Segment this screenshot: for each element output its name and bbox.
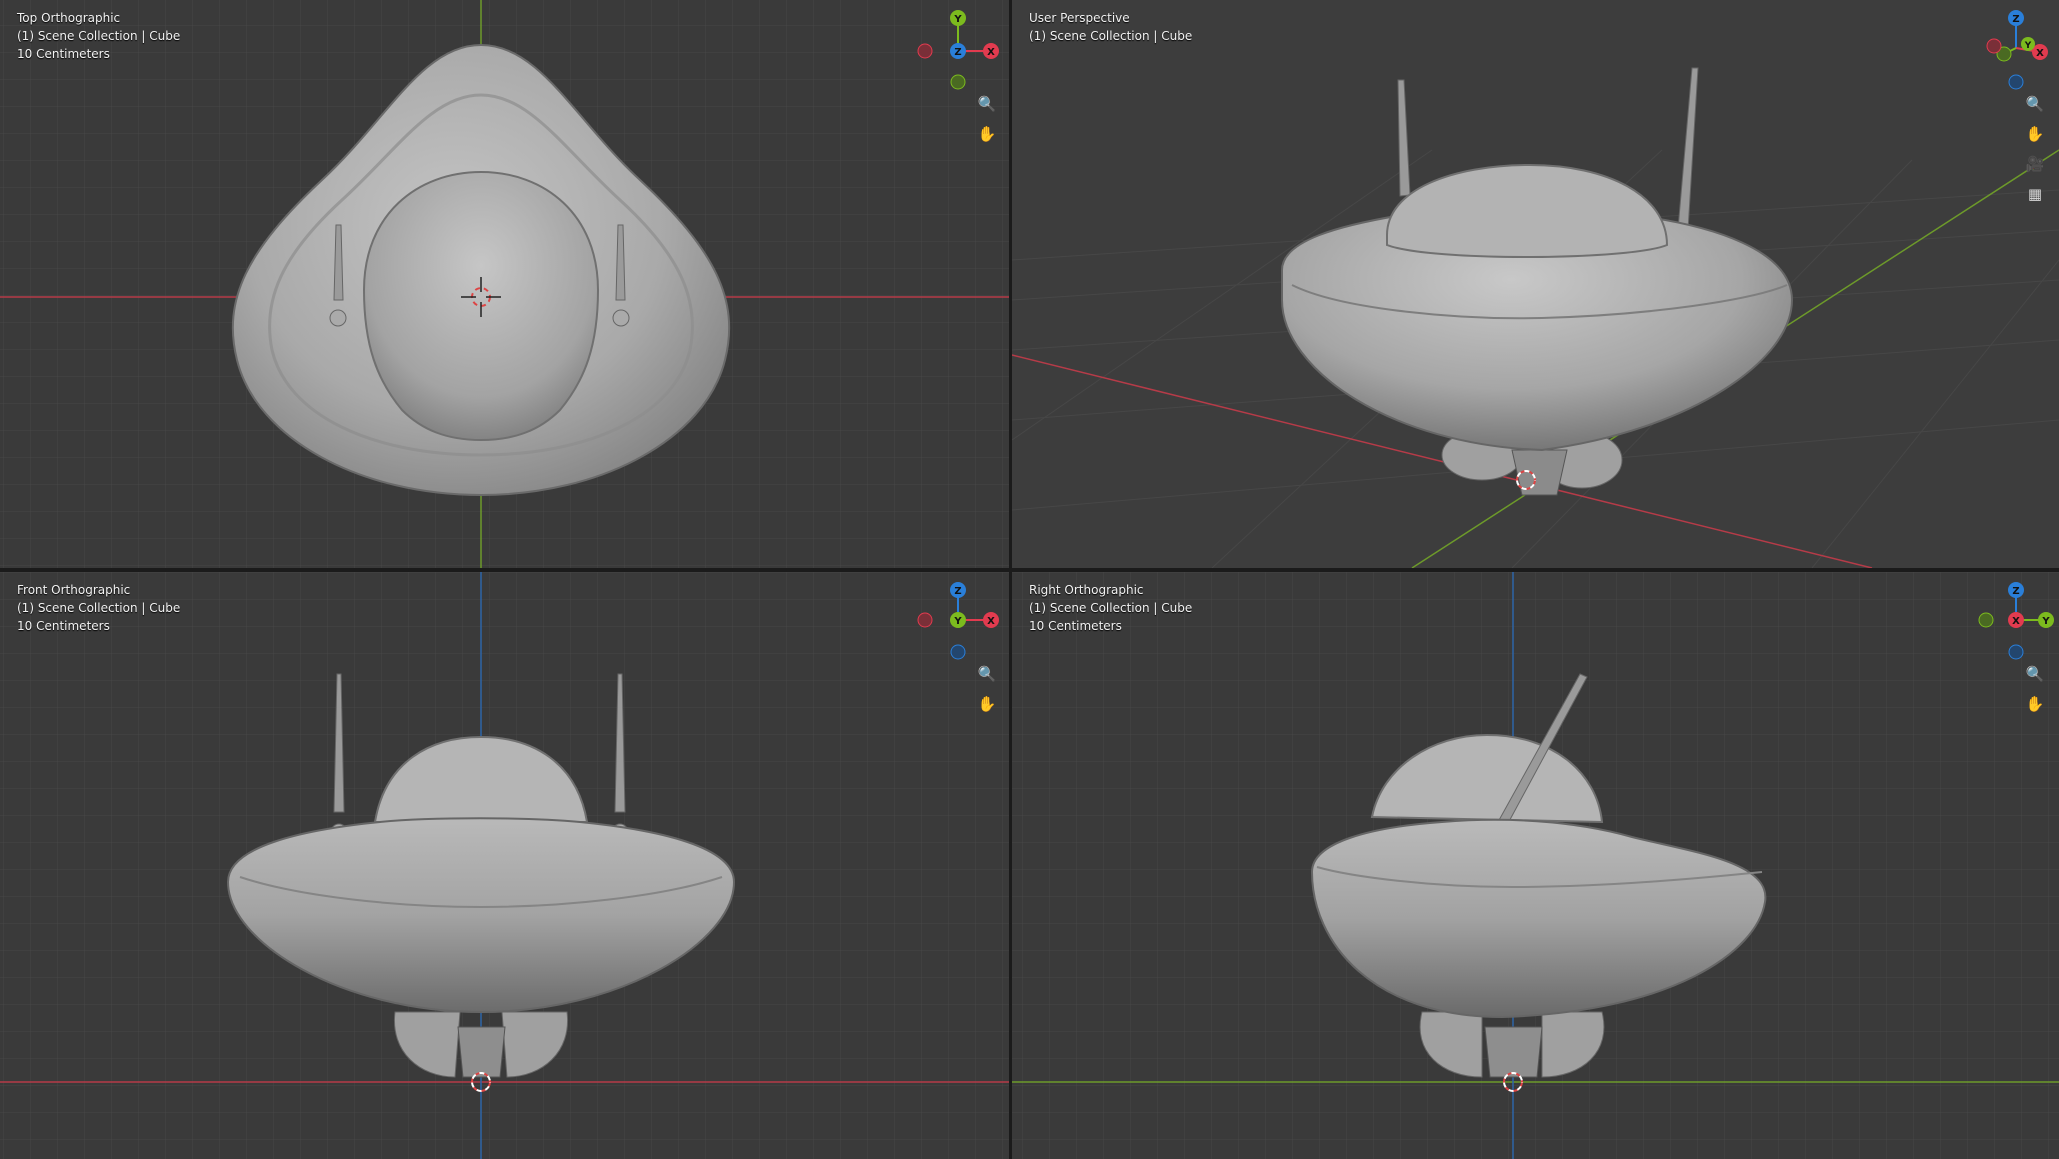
svg-text:X: X xyxy=(987,47,995,58)
svg-text:Z: Z xyxy=(2012,14,2019,25)
svg-text:Y: Y xyxy=(953,14,962,25)
viewport-info-overlay: Right Orthographic (1) Scene Collection … xyxy=(1029,581,1192,635)
svg-text:X: X xyxy=(987,616,995,627)
view-name-label: User Perspective xyxy=(1029,11,1130,25)
viewport-info-overlay: User Perspective (1) Scene Collection | … xyxy=(1029,9,1192,45)
hand-pan-icon[interactable]: ✋ xyxy=(973,690,1001,718)
top-view-scene xyxy=(0,0,1009,568)
perspective-scene xyxy=(1012,67,2059,568)
scale-label: 10 Centimeters xyxy=(17,619,110,633)
viewport-divider-vertical[interactable] xyxy=(1009,0,1012,1159)
camera-view-icon[interactable]: 🎥 xyxy=(2021,150,2049,178)
svg-text:Z: Z xyxy=(954,586,961,597)
scale-label: 10 Centimeters xyxy=(17,47,110,61)
front-view-scene xyxy=(0,572,1009,1159)
svg-text:X: X xyxy=(2012,616,2020,627)
viewport-divider-horizontal[interactable] xyxy=(0,568,2059,572)
navigation-gizmo[interactable]: Z Y X xyxy=(1974,580,2056,662)
svg-text:Y: Y xyxy=(2024,41,2032,51)
navigation-gizmo[interactable]: Y X Z xyxy=(915,8,1005,90)
viewport-right-orthographic[interactable]: Right Orthographic (1) Scene Collection … xyxy=(1012,572,2059,1159)
svg-text:Z: Z xyxy=(2012,586,2019,597)
hand-pan-icon[interactable]: ✋ xyxy=(973,120,1001,148)
zoom-magnifier-icon[interactable]: 🔍 xyxy=(2021,660,2049,688)
zoom-magnifier-icon[interactable]: 🔍 xyxy=(973,660,1001,688)
viewport-front-orthographic[interactable]: Front Orthographic (1) Scene Collection … xyxy=(0,572,1009,1159)
viewport-info-overlay: Top Orthographic (1) Scene Collection | … xyxy=(17,9,180,63)
viewport-top-orthographic[interactable]: Top Orthographic (1) Scene Collection | … xyxy=(0,0,1009,568)
collection-label: (1) Scene Collection | Cube xyxy=(17,601,181,615)
viewport-info-overlay: Front Orthographic (1) Scene Collection … xyxy=(17,581,180,635)
scale-label: 10 Centimeters xyxy=(1029,619,1122,633)
collection-label: (1) Scene Collection | Cube xyxy=(1029,601,1193,615)
blender-quad-view: Top Orthographic (1) Scene Collection | … xyxy=(0,0,2059,1159)
antenna-left xyxy=(1397,79,1411,197)
svg-text:Y: Y xyxy=(953,616,962,627)
perspective-ortho-grid-icon[interactable]: ▦ xyxy=(2021,180,2049,208)
svg-text:X: X xyxy=(2036,48,2044,59)
view-name-label: Top Orthographic xyxy=(17,11,121,25)
svg-text:Z: Z xyxy=(954,47,961,58)
hand-pan-icon[interactable]: ✋ xyxy=(2021,120,2049,148)
navigation-gizmo[interactable]: Z X Y xyxy=(915,580,1005,662)
view-name-label: Front Orthographic xyxy=(17,583,131,597)
cockpit-dome xyxy=(1386,163,1669,259)
zoom-magnifier-icon[interactable]: 🔍 xyxy=(2021,90,2049,118)
view-name-label: Right Orthographic xyxy=(1029,583,1144,597)
hand-pan-icon[interactable]: ✋ xyxy=(2021,690,2049,718)
zoom-magnifier-icon[interactable]: 🔍 xyxy=(973,90,1001,118)
antenna-right xyxy=(1677,67,1699,231)
right-view-scene xyxy=(1012,572,2059,1159)
collection-label: (1) Scene Collection | Cube xyxy=(17,29,181,43)
collection-label: (1) Scene Collection | Cube xyxy=(1029,29,1193,43)
svg-text:Y: Y xyxy=(2041,616,2050,627)
navigation-gizmo[interactable]: Z X Y xyxy=(1974,8,2056,90)
viewport-user-perspective[interactable]: User Perspective (1) Scene Collection | … xyxy=(1012,0,2059,568)
